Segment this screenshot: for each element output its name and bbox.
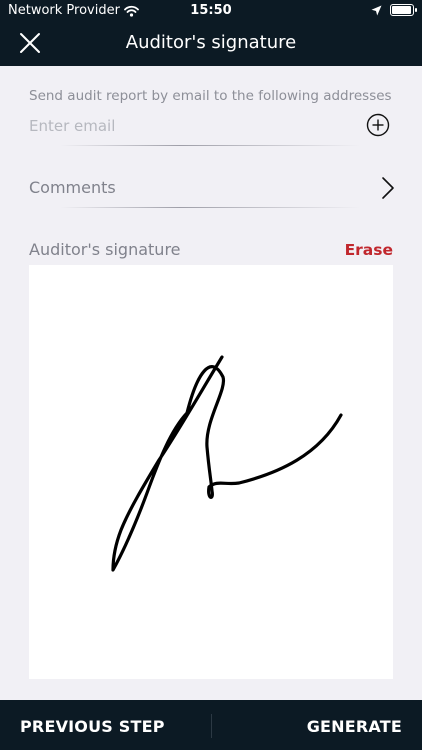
comments-label: Comments bbox=[29, 178, 116, 197]
generate-button[interactable]: GENERATE bbox=[307, 717, 402, 736]
status-time: 15:50 bbox=[190, 3, 232, 18]
comments-row[interactable]: Comments bbox=[29, 172, 395, 204]
page-title: Auditor's signature bbox=[125, 32, 297, 53]
bottom-bar: PREVIOUS STEP GENERATE bbox=[0, 700, 422, 750]
signature-label: Auditor's signature bbox=[29, 240, 181, 259]
previous-step-button[interactable]: PREVIOUS STEP bbox=[20, 717, 165, 736]
main-content: Send audit report by email to the follow… bbox=[0, 66, 422, 700]
erase-button[interactable]: Erase bbox=[345, 241, 393, 259]
add-email-icon[interactable] bbox=[366, 113, 390, 137]
nav-bar: Auditor's signature bbox=[0, 24, 422, 64]
battery-icon bbox=[390, 4, 417, 16]
status-bar: Network Provider 15:50 bbox=[0, 0, 422, 22]
chevron-right-icon bbox=[382, 177, 394, 199]
signature-pad[interactable] bbox=[29, 265, 393, 679]
top-bar: Network Provider 15:50 Auditor's signatu… bbox=[0, 0, 422, 66]
status-right bbox=[371, 4, 417, 16]
comments-divider bbox=[60, 207, 360, 208]
battery-level bbox=[392, 6, 411, 14]
email-hint: Send audit report by email to the follow… bbox=[29, 88, 392, 104]
location-arrow-icon bbox=[371, 5, 382, 15]
bottom-separator bbox=[211, 714, 212, 738]
email-divider bbox=[60, 145, 360, 146]
email-input[interactable] bbox=[29, 114, 349, 138]
signature-stroke bbox=[111, 355, 343, 572]
